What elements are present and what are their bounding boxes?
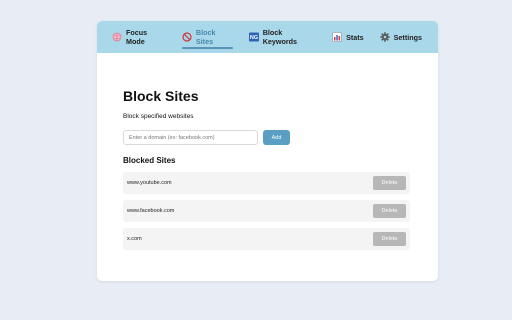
tab-label: Stats: [346, 32, 364, 42]
bar-chart-icon: [332, 32, 342, 42]
tab-label: Block Sites: [195, 28, 216, 46]
tab-label: Block Keywords: [262, 28, 298, 46]
page-subtitle: Block specified websites: [123, 113, 194, 120]
tab-label: Focus Mode: [126, 28, 148, 46]
gear-icon: [379, 32, 390, 42]
ng-icon: NG: [248, 32, 259, 42]
tab-focus-mode[interactable]: Focus Mode: [112, 21, 166, 53]
tab-settings[interactable]: Settings: [379, 21, 422, 53]
add-button[interactable]: Add: [263, 130, 290, 145]
site-domain: www.facebook.com: [127, 208, 175, 214]
list-item: x.com Delete: [123, 228, 410, 250]
tab-block-sites[interactable]: Block Sites: [181, 21, 233, 53]
top-nav: Focus Mode Block Sites NG Block Keywords…: [97, 21, 438, 53]
tab-stats[interactable]: Stats: [332, 21, 364, 53]
blocked-sites-heading: Blocked Sites: [123, 156, 176, 165]
block-icon: [182, 32, 192, 42]
list-item: www.youtube.com Delete: [123, 172, 410, 194]
site-domain: www.youtube.com: [127, 180, 172, 186]
page-title: Block Sites: [123, 88, 199, 104]
delete-button[interactable]: Delete: [373, 232, 406, 246]
blocked-sites-list: www.youtube.com Delete www.facebook.com …: [123, 172, 412, 250]
svg-text:NG: NG: [250, 35, 258, 41]
list-item: www.facebook.com Delete: [123, 200, 410, 222]
site-domain: x.com: [127, 236, 142, 242]
brain-icon: [112, 32, 122, 42]
delete-button[interactable]: Delete: [373, 176, 406, 190]
domain-input[interactable]: [123, 130, 258, 145]
add-domain-form: Add: [123, 130, 412, 145]
tab-block-keywords[interactable]: NG Block Keywords: [248, 21, 316, 53]
block-sites-panel: Block Sites Block specified websites Add…: [97, 88, 438, 250]
tab-label: Settings: [393, 32, 422, 42]
app-card: Focus Mode Block Sites NG Block Keywords…: [97, 21, 438, 281]
delete-button[interactable]: Delete: [373, 204, 406, 218]
